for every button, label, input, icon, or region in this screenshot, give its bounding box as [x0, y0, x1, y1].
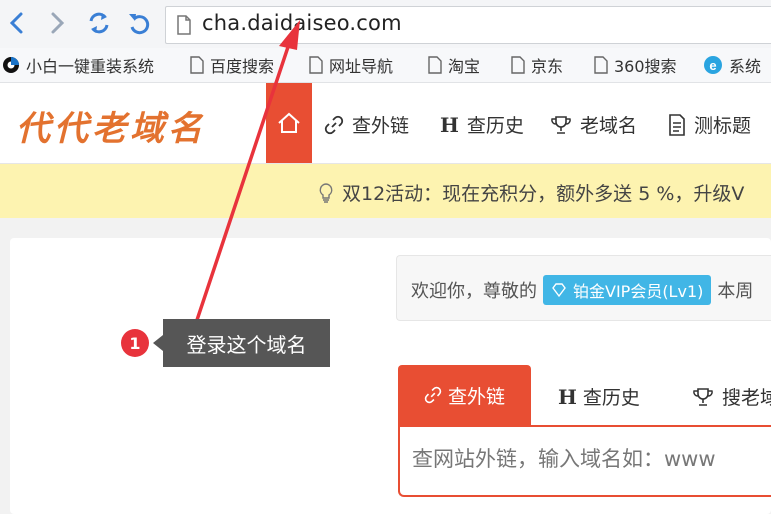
browser-toolbar: cha.daidaiseo.com [0, 0, 771, 49]
undo-icon [129, 14, 150, 35]
xiaobai-icon [3, 57, 19, 73]
nav-backlinks[interactable]: 查外链 [324, 111, 409, 138]
diamond-icon [552, 283, 566, 298]
bookmarks-bar: 小白一键重装系统 百度搜索 网址导航 淘宝 京东 360搜索 e 系统 [0, 48, 771, 83]
tab-old-domain-search[interactable]: 搜老域 [692, 383, 771, 410]
nav-label: 查历史 [466, 115, 524, 137]
back-button[interactable] [2, 8, 32, 38]
home-icon [278, 112, 300, 133]
bookmark-item[interactable]: 百度搜索 [190, 54, 274, 76]
ie-icon: e [704, 56, 722, 74]
nav-label: 查外链 [352, 115, 410, 137]
bookmark-item[interactable]: 网址导航 [309, 54, 393, 76]
home-tab[interactable] [266, 83, 312, 163]
refresh-icon [89, 12, 109, 34]
search-box [398, 425, 771, 497]
vip-badge[interactable]: 铂金VIP会员(Lv1) [543, 275, 712, 305]
bookmark-label: 系统 [729, 57, 762, 76]
bookmark-item[interactable]: 京东 [511, 54, 563, 76]
page-icon [190, 56, 204, 74]
url-text: cha.daidaiseo.com [202, 11, 402, 35]
tab-label: 查历史 [582, 387, 640, 409]
link-icon [424, 386, 442, 404]
bookmark-label: 百度搜索 [210, 57, 275, 76]
bookmark-label: 京东 [531, 57, 564, 76]
annotation-callout: 登录这个域名 [153, 319, 330, 367]
nav-label: 老域名 [580, 115, 638, 137]
nav-old-domains[interactable]: 老域名 [550, 111, 637, 138]
bookmark-item[interactable]: 小白一键重装系统 [2, 54, 154, 76]
site-logo[interactable]: 代代老域名 [16, 101, 206, 150]
back-icon [9, 12, 23, 34]
page-icon [177, 15, 191, 35]
forward-icon [51, 12, 65, 34]
bookmark-label: 淘宝 [448, 57, 481, 76]
page-icon [428, 56, 442, 74]
tab-backlinks[interactable]: 查外链 [398, 365, 531, 425]
promo-notice: 双12活动：现在充积分，额外多送 5 %，升级V [0, 164, 771, 218]
welcome-prefix: 欢迎你，尊敬的 [411, 281, 537, 302]
trophy-icon [693, 387, 713, 406]
site-header: 代代老域名 查外链 H 查历史 老域名 测标题 [0, 83, 771, 164]
welcome-suffix: 本周 [717, 281, 754, 302]
page-icon [594, 56, 608, 74]
bookmark-label: 小白一键重装系统 [26, 57, 155, 76]
nav-label: 测标题 [694, 115, 752, 137]
trophy-icon [551, 115, 571, 134]
h-icon: H [440, 112, 459, 137]
page-icon [511, 56, 525, 74]
notice-content: 双12活动：现在充积分，额外多送 5 %，升级V [318, 179, 744, 206]
undo-button[interactable] [124, 8, 154, 38]
tab-history[interactable]: H 查历史 [558, 383, 640, 410]
nav-history[interactable]: H 查历史 [440, 111, 524, 138]
domain-search-input[interactable] [410, 446, 771, 472]
address-bar[interactable]: cha.daidaiseo.com [165, 6, 771, 44]
bookmark-item[interactable]: 360搜索 [594, 54, 677, 76]
tab-label: 查外链 [447, 385, 505, 408]
welcome-line: 欢迎你，尊敬的 铂金VIP会员(Lv1) 本周 [411, 275, 753, 305]
notice-text[interactable]: 双12活动：现在充积分，额外多送 5 %，升级V [342, 179, 744, 206]
refresh-button[interactable] [84, 8, 114, 38]
page-icon [309, 56, 323, 74]
h-icon: H [558, 384, 577, 409]
bookmark-item[interactable]: e 系统 [703, 54, 761, 76]
link-icon [324, 115, 344, 134]
welcome-panel: 欢迎你，尊敬的 铂金VIP会员(Lv1) 本周 [396, 255, 771, 321]
bookmark-item[interactable]: 淘宝 [428, 54, 480, 76]
tab-label: 搜老域 [722, 387, 771, 409]
vip-badge-label: 铂金VIP会员(Lv1) [573, 282, 704, 301]
bookmark-label: 网址导航 [329, 57, 394, 76]
svg-text:e: e [709, 58, 716, 73]
annotation-step-number: 1 [121, 329, 149, 357]
document-icon [669, 113, 685, 136]
nav-title-test[interactable]: 测标题 [668, 111, 751, 138]
bookmark-label: 360搜索 [614, 57, 677, 76]
lightbulb-icon [319, 182, 333, 203]
forward-button[interactable] [42, 8, 72, 38]
